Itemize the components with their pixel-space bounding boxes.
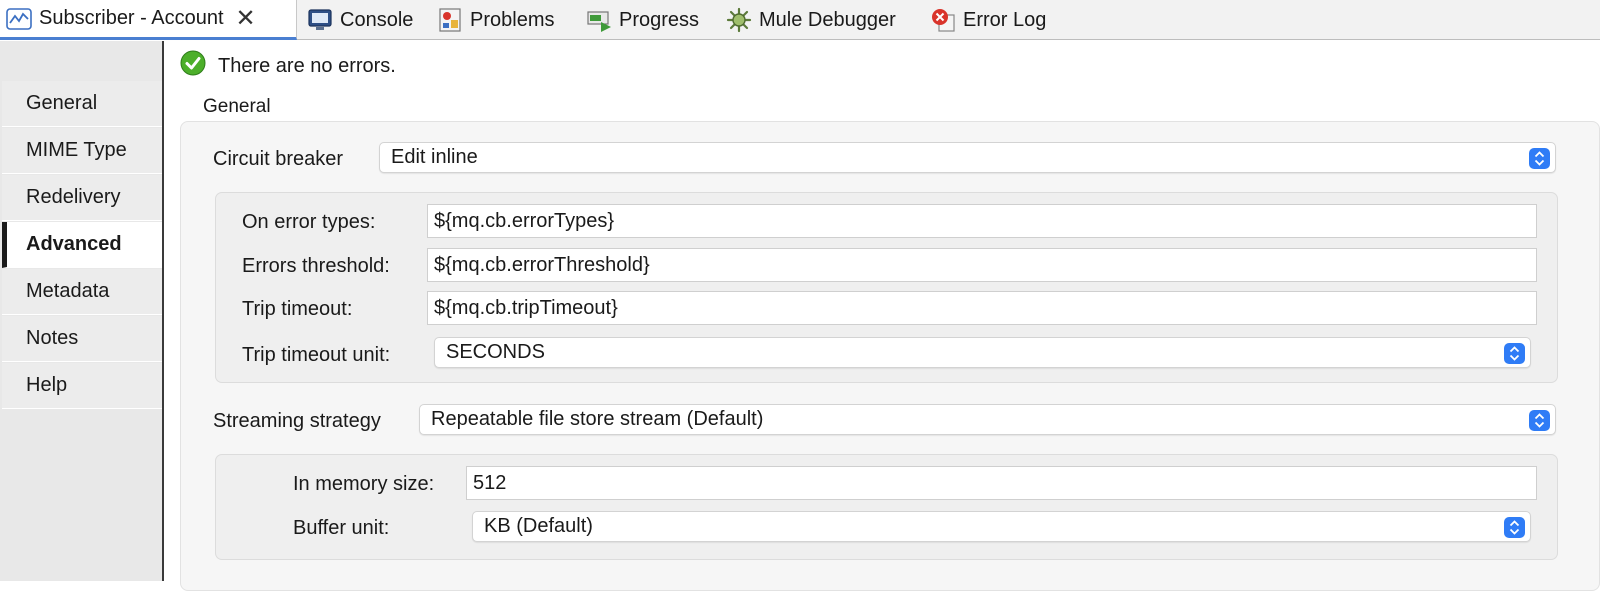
errors-threshold-input[interactable] xyxy=(427,248,1537,282)
progress-icon xyxy=(586,7,612,33)
tab-label: Problems xyxy=(470,8,555,31)
streaming-strategy-select[interactable]: Repeatable file store stream (Default) xyxy=(419,404,1556,435)
nav-item-redelivery[interactable]: Redelivery xyxy=(2,175,162,221)
trip-timeout-unit-label: Trip timeout unit: xyxy=(242,344,391,366)
nav-item-advanced[interactable]: Advanced xyxy=(2,222,162,268)
in-memory-size-input[interactable] xyxy=(466,466,1537,500)
problems-icon xyxy=(437,7,463,33)
close-icon[interactable]: ✕ xyxy=(236,6,256,31)
trip-timeout-unit-value: SECONDS xyxy=(446,341,545,363)
flow-icon xyxy=(6,6,32,32)
trip-timeout-label: Trip timeout: xyxy=(242,298,353,320)
on-error-types-label: On error types: xyxy=(242,211,376,233)
buffer-unit-value: KB (Default) xyxy=(484,515,593,537)
status-message: There are no errors. xyxy=(218,54,396,77)
general-settings-panel: Circuit breaker Edit inline On error typ… xyxy=(180,121,1600,591)
in-memory-size-label: In memory size: xyxy=(293,473,435,495)
streaming-strategy-label: Streaming strategy xyxy=(213,410,381,432)
trip-timeout-unit-select[interactable]: SECONDS xyxy=(434,337,1531,368)
streaming-strategy-group: In memory size: Buffer unit: KB (Default… xyxy=(215,454,1558,560)
circuit-breaker-value: Edit inline xyxy=(391,146,478,168)
chevron-updown-icon xyxy=(1529,410,1550,431)
nav-item-notes[interactable]: Notes xyxy=(2,316,162,362)
errors-threshold-label: Errors threshold: xyxy=(242,255,390,277)
circuit-breaker-select[interactable]: Edit inline xyxy=(379,142,1556,173)
tab-label: Progress xyxy=(619,8,700,31)
tab-label: Subscriber - Account xyxy=(39,7,224,29)
tab-label: Console xyxy=(340,8,414,31)
streaming-strategy-value: Repeatable file store stream (Default) xyxy=(431,408,764,430)
section-title-general: General xyxy=(203,96,271,117)
on-error-types-input[interactable] xyxy=(427,204,1537,238)
chevron-updown-icon xyxy=(1504,343,1525,364)
debugger-icon xyxy=(726,7,752,33)
buffer-unit-select[interactable]: KB (Default) xyxy=(472,511,1531,542)
nav-item-help[interactable]: Help xyxy=(2,363,162,409)
check-circle-icon xyxy=(180,50,206,82)
tab-mule-debugger[interactable]: Mule Debugger xyxy=(726,0,896,40)
nav-item-general[interactable]: General xyxy=(2,81,162,127)
buffer-unit-label: Buffer unit: xyxy=(293,517,390,539)
tab-label: Error Log xyxy=(963,8,1047,31)
trip-timeout-input[interactable] xyxy=(427,291,1537,325)
chevron-updown-icon xyxy=(1504,517,1525,538)
validation-status: There are no errors. xyxy=(180,50,396,82)
error-log-icon xyxy=(930,7,956,33)
nav-item-mime-type[interactable]: MIME Type xyxy=(2,128,162,174)
properties-side-nav: General MIME Type Redelivery Advanced Me… xyxy=(0,41,164,581)
tab-subscriber-account[interactable]: Subscriber - Account ✕ xyxy=(0,0,297,40)
tab-progress[interactable]: Progress xyxy=(586,0,699,40)
nav-item-metadata[interactable]: Metadata xyxy=(2,269,162,315)
console-icon xyxy=(307,7,333,33)
circuit-breaker-group: On error types: Errors threshold: Trip t… xyxy=(215,192,1558,383)
circuit-breaker-label: Circuit breaker xyxy=(213,148,344,170)
tab-error-log[interactable]: Error Log xyxy=(930,0,1046,40)
tab-console[interactable]: Console xyxy=(307,0,413,40)
tab-problems[interactable]: Problems xyxy=(437,0,554,40)
chevron-updown-icon xyxy=(1529,148,1550,169)
tab-label: Mule Debugger xyxy=(759,8,896,31)
editor-tab-bar: Subscriber - Account ✕ Console Problems xyxy=(0,0,1600,40)
